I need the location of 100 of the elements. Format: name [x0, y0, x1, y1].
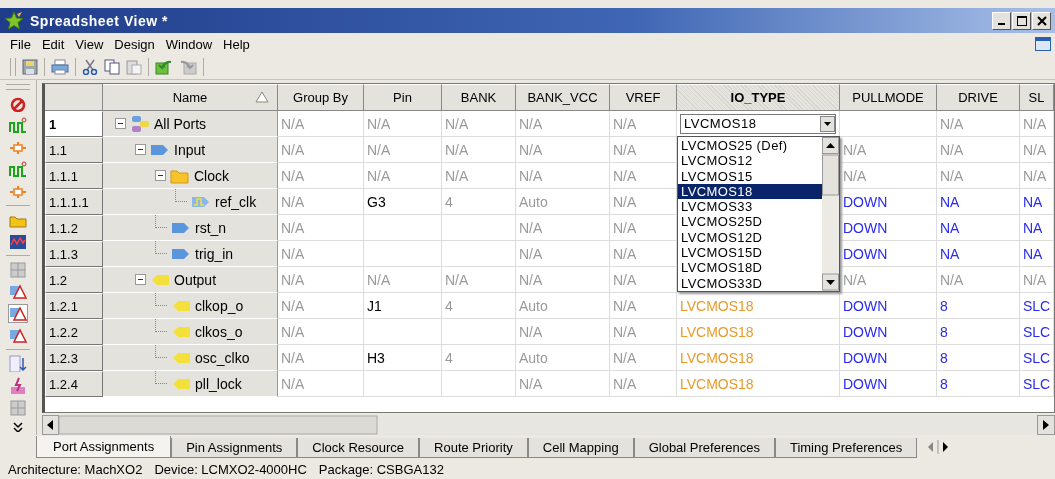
- chevron-icon[interactable]: [12, 420, 24, 432]
- row-number[interactable]: 1.1.1: [45, 163, 103, 189]
- warning-icon[interactable]: [9, 326, 27, 344]
- cut-icon[interactable]: [82, 59, 98, 75]
- sheet-tab[interactable]: Global Preferences: [633, 438, 775, 458]
- table-cell: 8: [940, 349, 948, 366]
- menu-item[interactable]: Design: [114, 36, 155, 52]
- collapse-icon[interactable]: [115, 118, 126, 129]
- column-header[interactable]: DRIVE: [937, 84, 1020, 111]
- row-number[interactable]: 1.2.3: [45, 345, 103, 371]
- collapse-icon[interactable]: [135, 144, 146, 155]
- horizontal-scrollbar[interactable]: [42, 415, 1055, 435]
- close-button[interactable]: [1032, 11, 1051, 30]
- port-name[interactable]: clkop_o: [195, 297, 244, 314]
- sheet-tab[interactable]: Pin Assignments: [171, 438, 298, 458]
- port-name[interactable]: All Ports: [154, 115, 207, 132]
- column-header[interactable]: VREF: [610, 84, 677, 111]
- port-name[interactable]: ref_clk: [215, 193, 257, 210]
- table-cell: N/A: [613, 323, 637, 340]
- table-cell: 4: [445, 193, 453, 210]
- sheet-tab[interactable]: Cell Mapping: [527, 438, 634, 458]
- port-name[interactable]: Clock: [194, 167, 229, 184]
- column-header[interactable]: PULLMODE: [840, 84, 937, 111]
- sort-icon[interactable]: [9, 354, 27, 372]
- redo-icon[interactable]: [179, 59, 197, 75]
- io-type-combo[interactable]: LVCMOS18: [680, 113, 836, 134]
- port-name[interactable]: pll_lock: [195, 375, 242, 392]
- row-number[interactable]: 1.2: [45, 267, 103, 293]
- table-cell: N/A: [843, 141, 867, 158]
- scrollbar[interactable]: [822, 137, 839, 291]
- table-cell: N/A: [843, 167, 867, 184]
- save-icon[interactable]: [22, 59, 38, 75]
- chart-icon[interactable]: [9, 232, 27, 250]
- row-number[interactable]: 1.2.1: [45, 293, 103, 319]
- list-option[interactable]: LVCMOS15D: [678, 245, 822, 261]
- list-option[interactable]: LVCMOS18: [678, 183, 822, 200]
- header-corner[interactable]: [45, 84, 103, 111]
- sheet-tab[interactable]: Route Priority: [419, 438, 528, 458]
- table-cell: N/A: [519, 375, 543, 392]
- table-cell: DOWN: [843, 375, 888, 392]
- sparkle-icon[interactable]: [9, 376, 27, 394]
- collapse-icon[interactable]: [135, 274, 146, 285]
- table-cell: N/A: [613, 271, 637, 288]
- list-option[interactable]: LVCMOS25 (Def): [678, 138, 822, 154]
- collapse-icon[interactable]: [155, 170, 166, 181]
- table-cell: N/A: [1023, 141, 1047, 158]
- table-cell: N/A: [281, 141, 305, 158]
- column-header[interactable]: Pin: [364, 84, 442, 111]
- maximize-button[interactable]: [1012, 11, 1031, 30]
- row-number[interactable]: 1.1: [45, 137, 103, 163]
- warning-icon[interactable]: [9, 282, 27, 300]
- menu-item[interactable]: Help: [223, 36, 250, 52]
- list-option[interactable]: LVCMOS12D: [678, 229, 822, 246]
- minimize-icon: [998, 22, 1005, 25]
- clock-port-icon: [191, 194, 211, 209]
- print-icon[interactable]: [51, 59, 69, 75]
- row-number[interactable]: 1.1.3: [45, 241, 103, 267]
- status-text: Device: LCMXO2-4000HC: [154, 461, 307, 477]
- table-cell: DOWN: [843, 297, 888, 314]
- table-cell: Auto: [519, 297, 548, 314]
- port-name[interactable]: Input: [174, 141, 206, 158]
- column-header[interactable]: Name: [103, 84, 278, 111]
- copy-icon[interactable]: [104, 59, 120, 75]
- column-header[interactable]: IO_TYPE: [677, 84, 840, 111]
- table-cell: N/A: [613, 219, 637, 236]
- warning-icon[interactable]: [9, 304, 27, 322]
- sheet-tab[interactable]: Clock Resource: [297, 438, 420, 458]
- row-number[interactable]: 1.2.4: [45, 371, 103, 397]
- list-option[interactable]: LVCMOS18D: [678, 260, 822, 276]
- table-cell: N/A: [940, 167, 964, 184]
- port-name[interactable]: clkos_o: [195, 323, 243, 340]
- row-number[interactable]: 1: [45, 111, 103, 137]
- pulse-icon[interactable]: [9, 116, 27, 134]
- column-header[interactable]: BANK: [442, 84, 516, 111]
- list-option[interactable]: LVCMOS33D: [678, 275, 822, 291]
- port-name[interactable]: rst_n: [195, 219, 227, 236]
- list-option[interactable]: LVCMOS15: [678, 168, 822, 184]
- column-header[interactable]: BANK_VCC: [516, 84, 610, 111]
- menu-item[interactable]: Window: [165, 36, 213, 52]
- sheet-tab[interactable]: Timing Preferences: [774, 438, 918, 458]
- row-number[interactable]: 1.1.1.1: [45, 189, 103, 215]
- sheet-tab[interactable]: Port Assignments: [36, 436, 172, 458]
- row-number[interactable]: 1.2.2: [45, 319, 103, 345]
- list-option[interactable]: LVCMOS25D: [678, 214, 822, 230]
- column-header[interactable]: Group By: [278, 84, 364, 111]
- pulse-icon[interactable]: [9, 160, 27, 178]
- undo-icon[interactable]: [155, 59, 173, 75]
- window-icon[interactable]: [1035, 37, 1051, 51]
- port-name[interactable]: trig_in: [195, 245, 234, 262]
- list-option[interactable]: LVCMOS33: [678, 199, 822, 215]
- row-number[interactable]: 1.1.2: [45, 215, 103, 241]
- menu-item[interactable]: Edit: [41, 36, 65, 52]
- minimize-button[interactable]: [992, 11, 1011, 30]
- menu-item[interactable]: File: [10, 36, 31, 52]
- list-option[interactable]: LVCMOS12: [678, 153, 822, 169]
- column-header[interactable]: SL: [1020, 84, 1054, 111]
- table-cell: N/A: [613, 193, 637, 210]
- table-cell: LVCMOS18: [680, 349, 754, 366]
- menu-item[interactable]: View: [75, 36, 104, 52]
- port-name[interactable]: Output: [174, 271, 217, 288]
